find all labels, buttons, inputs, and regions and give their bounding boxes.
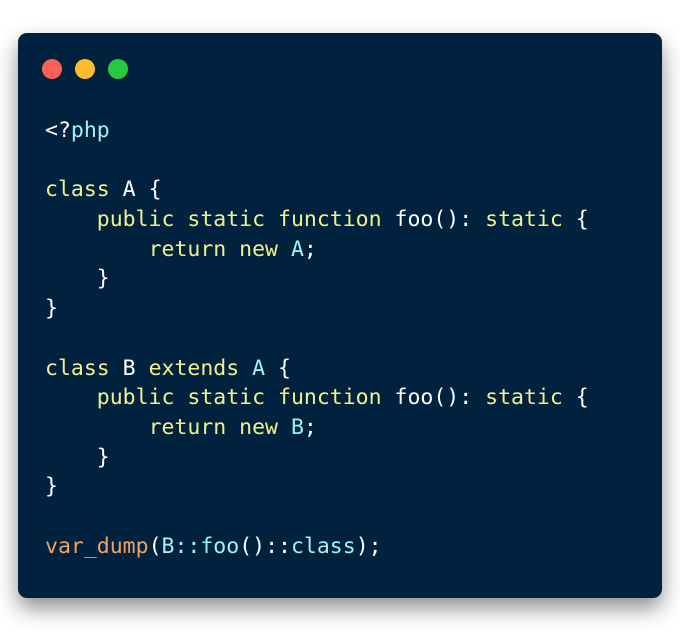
code-line: var_dump(B::foo()::class); [45, 532, 589, 562]
code-line: class B extends A { [45, 354, 589, 384]
code-token: A [252, 355, 266, 381]
code-window: <?php class A { public static function f… [18, 33, 662, 598]
code-token: static [485, 385, 563, 411]
code-token: foo(): [381, 207, 486, 233]
code-token: php [70, 118, 110, 143]
code-line: } [45, 443, 589, 473]
code-line: } [45, 264, 589, 294]
code-token: ; [303, 414, 317, 440]
code-token: } [45, 296, 58, 322]
code-token: class [290, 533, 356, 559]
maximize-icon[interactable] [108, 59, 128, 79]
code-token: { [265, 355, 291, 381]
code-token: class [45, 177, 110, 203]
code-token: } [45, 444, 110, 470]
code-token: static [485, 207, 563, 233]
code-line: public static function foo(): static { [45, 205, 589, 235]
code-token: } [45, 474, 58, 500]
code-token: ():: [239, 533, 291, 559]
minimize-icon[interactable] [75, 59, 95, 79]
code-token: { [562, 385, 589, 411]
code-token: return new [148, 236, 279, 262]
code-line: } [45, 472, 589, 502]
code-token: public static function [96, 385, 382, 411]
code-token: foo(): [381, 385, 486, 411]
code-token: ; [303, 236, 317, 262]
code-token: ( [148, 533, 162, 559]
code-line: class A { [45, 175, 589, 205]
code-line: public static function foo(): static { [45, 383, 589, 413]
close-icon[interactable] [42, 59, 62, 79]
code-token: A [290, 236, 304, 262]
code-token: <? [45, 118, 71, 143]
code-block: <?php class A { public static function f… [45, 116, 589, 561]
code-line: return new A; [45, 235, 589, 265]
code-token: B [109, 355, 149, 381]
code-token: B::foo [161, 533, 240, 559]
code-token: ); [355, 533, 382, 559]
code-token: A { [109, 177, 162, 203]
code-token: B [290, 414, 304, 440]
code-line: <?php [45, 116, 589, 146]
code-token: return new [148, 414, 279, 440]
code-token: extends [148, 355, 240, 381]
code-token: class [45, 355, 110, 381]
code-token: var_dump [45, 533, 149, 559]
code-token: { [562, 207, 589, 233]
code-line: } [45, 294, 589, 324]
code-token: } [45, 266, 110, 292]
code-token: public static function [96, 207, 382, 233]
code-line: return new B; [45, 413, 589, 443]
